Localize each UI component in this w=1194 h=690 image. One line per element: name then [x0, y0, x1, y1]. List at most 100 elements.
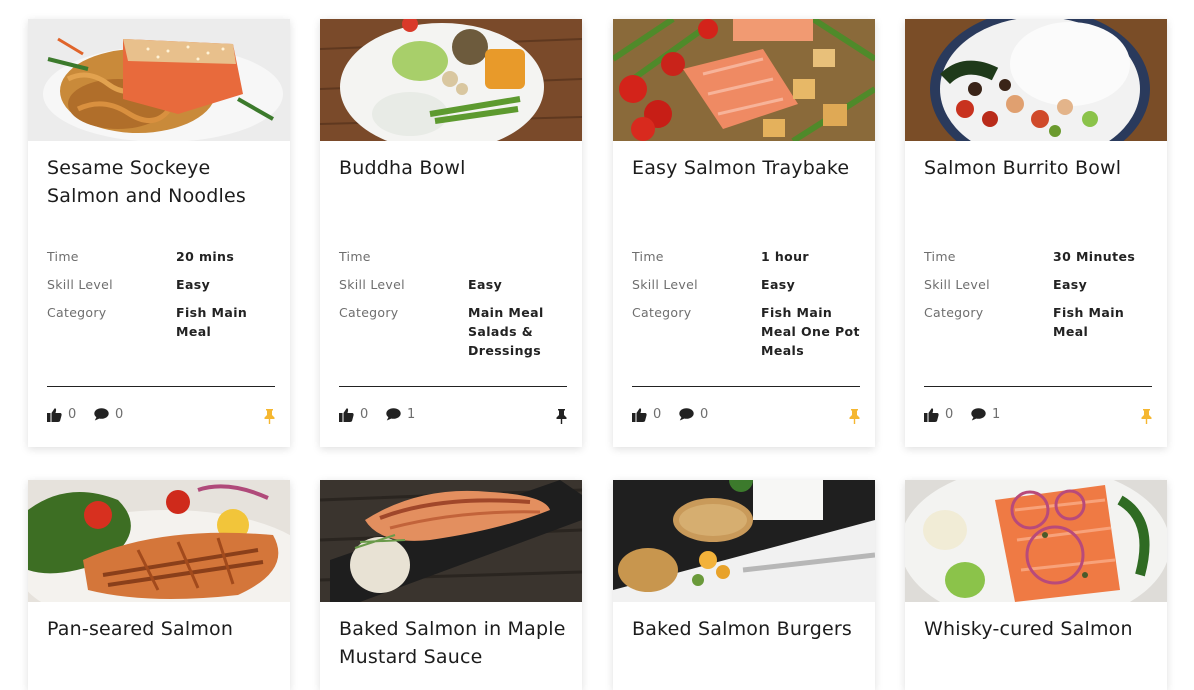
comment-count: 1 [992, 407, 1001, 422]
comment-icon [386, 408, 401, 421]
like-button[interactable]: 0 [924, 407, 953, 422]
category-value: Fish Main Meal [1053, 305, 1125, 339]
recipe-card[interactable]: Sesame Sockeye Salmon and Noodles Time 20… [28, 19, 290, 447]
skill-row: Skill Level Easy [924, 275, 1156, 294]
time-row: Time [339, 247, 571, 266]
time-label: Time [47, 249, 79, 264]
skill-value: Easy [761, 277, 796, 292]
recipe-card[interactable]: Easy Salmon Traybake Time 1 hour Skill Le… [613, 19, 875, 447]
time-value: 30 Minutes [1053, 249, 1136, 264]
like-button[interactable]: 0 [632, 407, 661, 422]
recipe-photo[interactable] [320, 480, 582, 602]
skill-row: Skill Level Easy [632, 275, 864, 294]
thumbs-up-icon [47, 407, 62, 422]
comment-icon [94, 408, 109, 421]
recipe-details: Time Skill Level Easy Category Main Meal S… [339, 247, 571, 369]
recipe-title[interactable]: Baked Salmon in Maple Mustard Sauce [339, 615, 571, 671]
like-count: 0 [945, 407, 954, 422]
thumbs-up-icon [339, 407, 354, 422]
recipe-title[interactable]: Baked Salmon Burgers [632, 615, 864, 643]
card-footer: 0 1 [339, 407, 567, 427]
time-label: Time [924, 249, 956, 264]
recipe-photo[interactable] [613, 480, 875, 602]
recipe-card[interactable]: Whisky-cured Salmon [905, 480, 1167, 690]
recipe-card[interactable]: Buddha Bowl Time Skill Level Easy Categor… [320, 19, 582, 447]
comment-count: 0 [115, 407, 124, 422]
recipe-card[interactable]: Baked Salmon in Maple Mustard Sauce [320, 480, 582, 690]
comment-button[interactable]: 1 [386, 407, 415, 422]
pin-icon[interactable] [556, 409, 567, 424]
recipe-title[interactable]: Salmon Burrito Bowl [924, 154, 1156, 182]
skill-row: Skill Level Easy [47, 275, 279, 294]
recipe-title[interactable]: Easy Salmon Traybake [632, 154, 864, 182]
category-value: Fish Main Meal [176, 305, 248, 339]
time-value [468, 247, 571, 266]
thumbs-up-icon [924, 407, 939, 422]
comment-button[interactable]: 0 [679, 407, 708, 422]
pin-icon[interactable] [849, 409, 860, 424]
skill-label: Skill Level [924, 277, 990, 292]
category-row: Category Fish Main Meal One Pot Meals [632, 303, 864, 360]
like-button[interactable]: 0 [339, 407, 368, 422]
recipe-photo[interactable] [28, 19, 290, 141]
recipe-title[interactable]: Sesame Sockeye Salmon and Noodles [47, 154, 279, 210]
recipe-photo[interactable] [320, 19, 582, 141]
thumbs-up-icon [632, 407, 647, 422]
skill-label: Skill Level [47, 277, 113, 292]
skill-row: Skill Level Easy [339, 275, 571, 294]
time-label: Time [339, 249, 371, 264]
recipe-details: Time 20 mins Skill Level Easy Category Fish… [47, 247, 279, 350]
recipe-card[interactable]: Pan-seared Salmon [28, 480, 290, 690]
skill-label: Skill Level [339, 277, 405, 292]
divider [47, 386, 275, 387]
category-label: Category [339, 305, 399, 320]
like-count: 0 [653, 407, 662, 422]
skill-value: Easy [468, 277, 503, 292]
time-row: Time 20 mins [47, 247, 279, 266]
divider [632, 386, 860, 387]
comment-button[interactable]: 0 [94, 407, 123, 422]
pin-icon[interactable] [1141, 409, 1152, 424]
category-value: Main Meal Salads & Dressings [468, 305, 544, 358]
category-label: Category [924, 305, 984, 320]
category-row: Category Main Meal Salads & Dressings [339, 303, 571, 360]
recipe-title[interactable]: Pan-seared Salmon [47, 615, 279, 643]
card-footer: 0 1 [924, 407, 1152, 427]
pin-icon[interactable] [264, 409, 275, 424]
divider [339, 386, 567, 387]
recipe-title[interactable]: Buddha Bowl [339, 154, 571, 182]
recipe-card[interactable]: Baked Salmon Burgers [613, 480, 875, 690]
like-count: 0 [360, 407, 369, 422]
category-value: Fish Main Meal One Pot Meals [761, 305, 860, 358]
time-row: Time 30 Minutes [924, 247, 1156, 266]
recipe-photo[interactable] [905, 19, 1167, 141]
recipe-photo[interactable] [905, 480, 1167, 602]
divider [924, 386, 1152, 387]
recipe-card[interactable]: Salmon Burrito Bowl Time 30 Minutes Skill… [905, 19, 1167, 447]
skill-label: Skill Level [632, 277, 698, 292]
skill-value: Easy [1053, 277, 1088, 292]
card-footer: 0 0 [632, 407, 860, 427]
recipe-details: Time 1 hour Skill Level Easy Category Fish … [632, 247, 864, 369]
time-label: Time [632, 249, 664, 264]
time-value: 1 hour [761, 249, 809, 264]
like-button[interactable]: 0 [47, 407, 76, 422]
card-footer: 0 0 [47, 407, 275, 427]
category-row: Category Fish Main Meal [924, 303, 1156, 341]
comment-button[interactable]: 1 [971, 407, 1000, 422]
comment-count: 1 [407, 407, 416, 422]
comment-icon [679, 408, 694, 421]
category-label: Category [47, 305, 107, 320]
recipe-details: Time 30 Minutes Skill Level Easy Category F… [924, 247, 1156, 350]
recipe-photo[interactable] [613, 19, 875, 141]
like-count: 0 [68, 407, 77, 422]
category-row: Category Fish Main Meal [47, 303, 279, 341]
comment-count: 0 [700, 407, 709, 422]
time-value: 20 mins [176, 249, 235, 264]
category-label: Category [632, 305, 692, 320]
skill-value: Easy [176, 277, 211, 292]
recipe-title[interactable]: Whisky-cured Salmon [924, 615, 1156, 643]
time-row: Time 1 hour [632, 247, 864, 266]
comment-icon [971, 408, 986, 421]
recipe-photo[interactable] [28, 480, 290, 602]
